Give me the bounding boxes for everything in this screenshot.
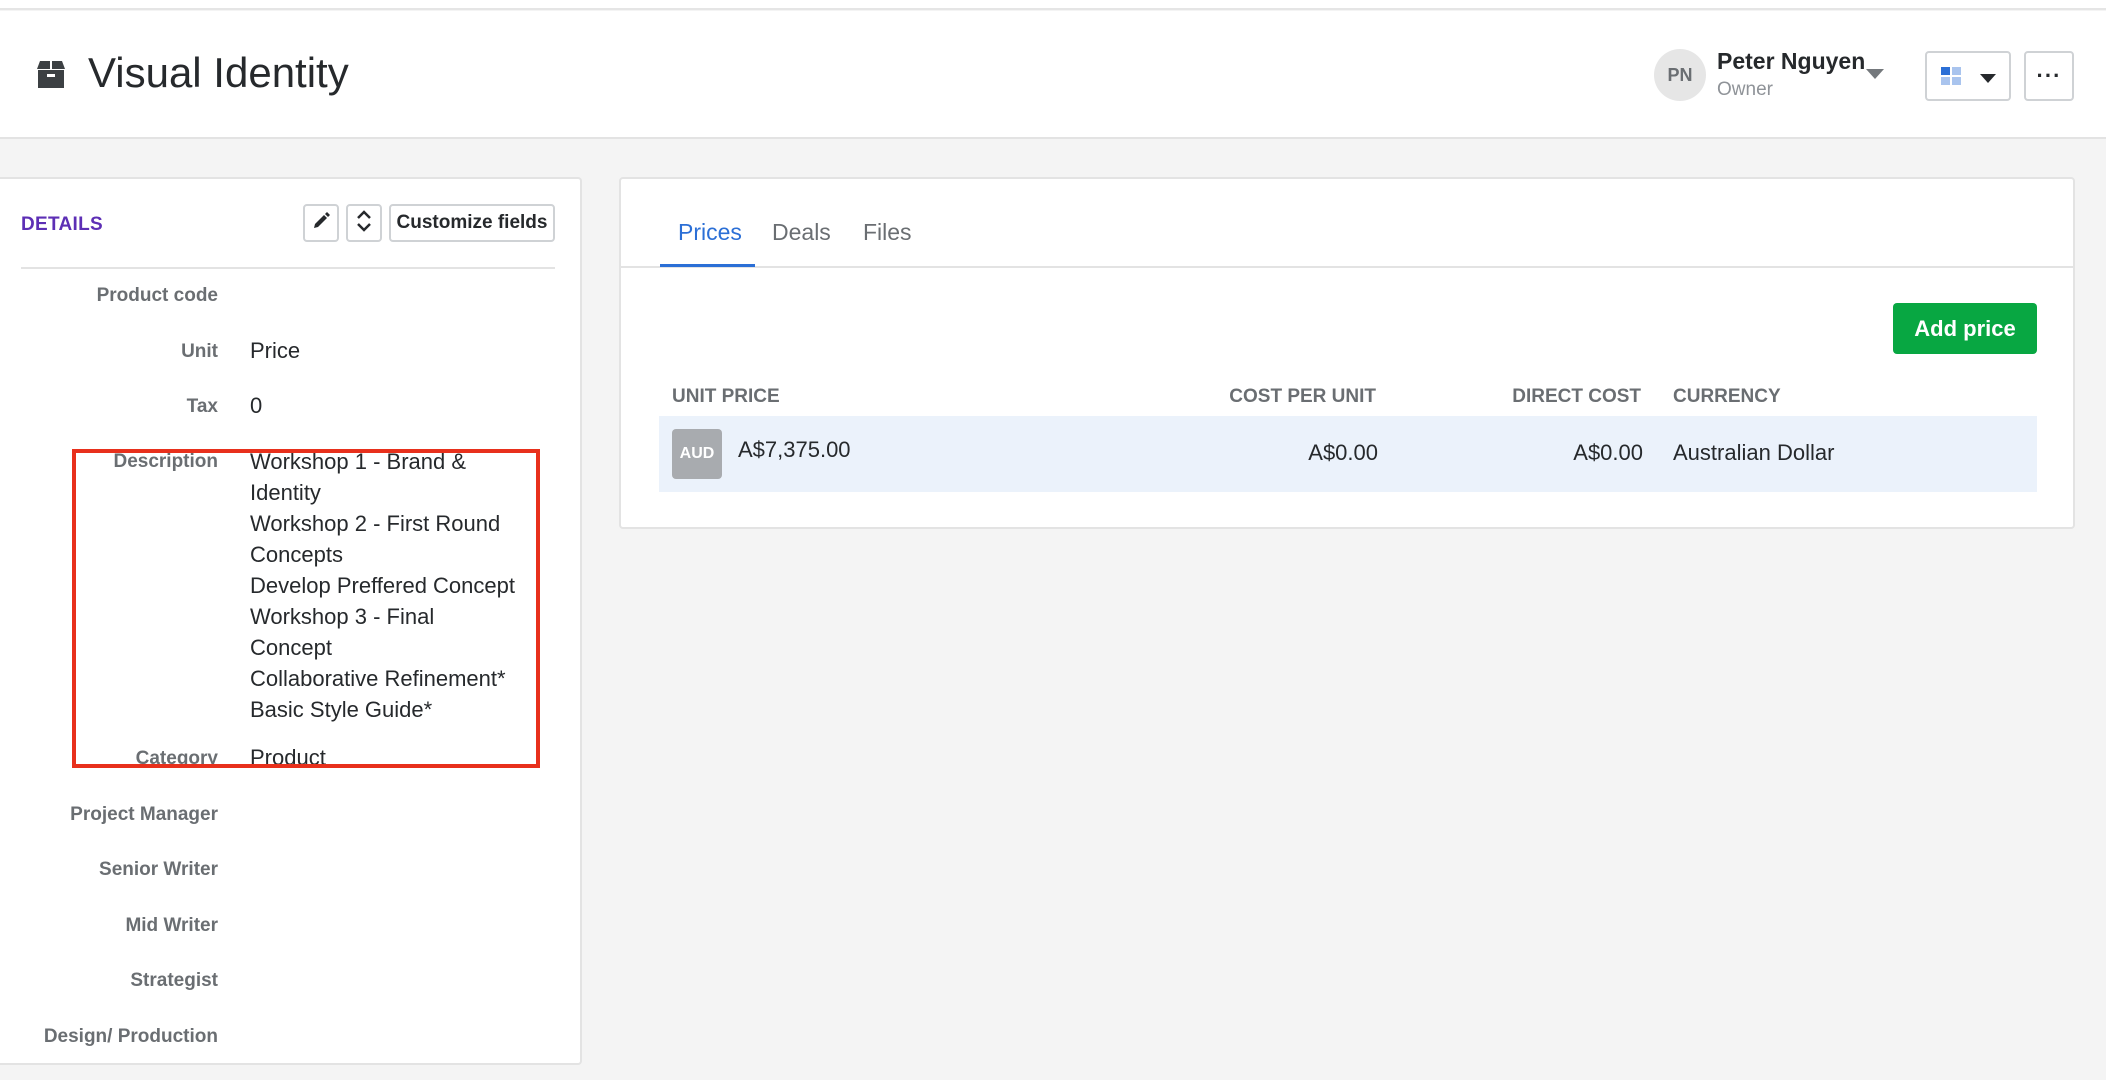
currency-badge: AUD: [672, 429, 722, 479]
field-value-unit[interactable]: Price: [250, 338, 300, 364]
more-actions-button[interactable]: ···: [2024, 51, 2074, 101]
field-label-product-code: Product code: [96, 285, 218, 306]
owner-role: Owner: [1717, 79, 1773, 100]
pencil-icon: [311, 211, 331, 236]
tab-files[interactable]: Files: [863, 219, 912, 246]
tab-deals[interactable]: Deals: [772, 219, 831, 246]
field-label-senior-writer: Senior Writer: [99, 859, 218, 880]
field-label-unit: Unit: [181, 341, 218, 362]
tab-prices[interactable]: Prices: [678, 219, 742, 246]
customize-fields-button[interactable]: Customize fields: [389, 204, 555, 242]
field-label-tax: Tax: [186, 396, 218, 417]
page-title: Visual Identity: [88, 49, 349, 96]
currency-value: Australian Dollar: [1673, 440, 1835, 465]
ellipsis-icon: ···: [2036, 63, 2062, 88]
divider: [21, 267, 555, 269]
unit-price-value: A$7,375.00: [738, 437, 851, 462]
field-label-mid-writer: Mid Writer: [125, 915, 218, 936]
field-label-project-manager: Project Manager: [70, 804, 218, 825]
field-label-strategist: Strategist: [130, 970, 218, 991]
add-price-button[interactable]: Add price: [1893, 303, 2037, 354]
chevron-up-down-icon: [356, 209, 372, 238]
reorder-button[interactable]: [346, 204, 382, 242]
page-header: Visual Identity PN Peter Nguyen Owner ··…: [0, 11, 2106, 139]
details-heading: DETAILS: [21, 214, 103, 235]
cost-per-unit-value: A$0.00: [1308, 440, 1378, 465]
caret-down-icon[interactable]: [1866, 69, 1884, 79]
annotation-highlight-box: [72, 449, 540, 768]
avatar[interactable]: PN: [1654, 49, 1706, 101]
prices-panel: Prices Deals Files Add price UNIT PRICE …: [619, 177, 2075, 529]
view-switch-button[interactable]: [1925, 51, 2011, 101]
field-label-design-production: Design/ Production: [43, 1026, 218, 1047]
box-icon: [34, 57, 68, 91]
field-value-tax[interactable]: 0: [250, 393, 262, 419]
caret-down-icon: [1980, 74, 1996, 83]
direct-cost-value: A$0.00: [1573, 440, 1643, 465]
grid-view-icon: [1941, 67, 1963, 87]
edit-button[interactable]: [303, 204, 339, 242]
top-strip: [0, 0, 2106, 10]
owner-name[interactable]: Peter Nguyen: [1717, 48, 1865, 75]
tabs-divider: [621, 266, 2073, 268]
column-header-unit-price: UNIT PRICE: [672, 386, 780, 407]
column-header-direct-cost: DIRECT COST: [1512, 386, 1641, 407]
table-row[interactable]: AUD A$7,375.00 A$0.00 A$0.00 Australian …: [659, 416, 2037, 492]
active-tab-indicator: [660, 264, 755, 267]
column-header-cost-per-unit: COST PER UNIT: [1229, 386, 1376, 407]
column-header-currency: CURRENCY: [1673, 386, 1781, 407]
